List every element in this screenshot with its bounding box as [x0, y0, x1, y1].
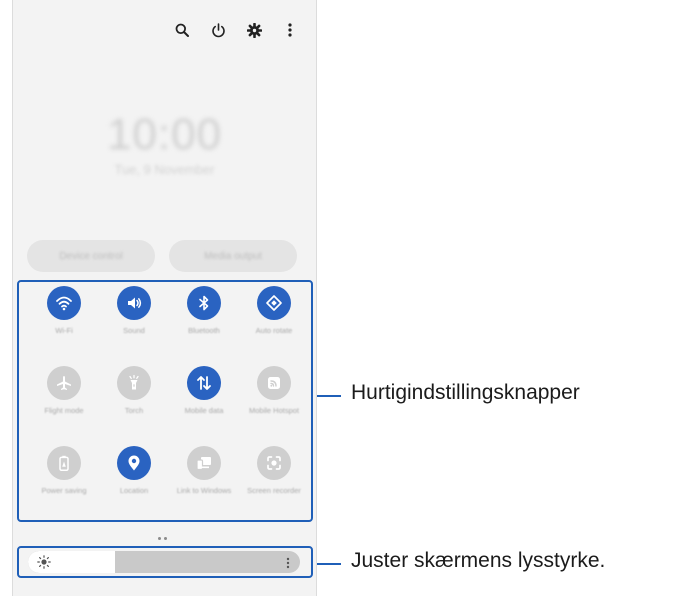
tile-label: Link to Windows	[176, 486, 232, 495]
tile-auto-rotate[interactable]: Auto rotate	[239, 286, 309, 366]
quick-settings-grid: Wi-Fi Sound Bluetooth Auto rotate Flight…	[29, 286, 309, 526]
tile-screen-recorder[interactable]: Screen recorder	[239, 446, 309, 526]
tile-location[interactable]: Location	[99, 446, 169, 526]
more-options-icon[interactable]	[282, 22, 298, 38]
device-control-label: Device control	[59, 250, 123, 262]
tile-label: Screen recorder	[247, 486, 301, 495]
hotspot-icon	[257, 366, 291, 400]
torch-icon	[117, 366, 151, 400]
tile-label: Mobile Hotspot	[248, 406, 300, 415]
brightness-callout-line	[317, 563, 341, 565]
page-indicator	[158, 537, 167, 540]
tile-label: Torch	[124, 406, 144, 415]
tile-mobile-data[interactable]: Mobile data	[169, 366, 239, 446]
device-control-button[interactable]: Device control	[27, 240, 155, 272]
tile-label: Power saving	[41, 486, 87, 495]
tile-hotspot[interactable]: Mobile Hotspot	[239, 366, 309, 446]
media-output-button[interactable]: Media output	[169, 240, 297, 272]
power-icon[interactable]	[210, 22, 226, 38]
tile-link-to-windows[interactable]: Link to Windows	[169, 446, 239, 526]
sound-icon	[117, 286, 151, 320]
tile-torch[interactable]: Torch	[99, 366, 169, 446]
tile-label: Flight mode	[44, 406, 84, 415]
tile-bluetooth[interactable]: Bluetooth	[169, 286, 239, 366]
quick-settings-callout-line	[317, 395, 341, 397]
mobile-data-icon	[187, 366, 221, 400]
brightness-slider[interactable]	[28, 551, 300, 573]
quick-settings-callout: Hurtigindstillingsknapper	[351, 381, 580, 404]
tile-label: Auto rotate	[255, 326, 293, 335]
tile-power-saving[interactable]: Power saving	[29, 446, 99, 526]
auto-rotate-icon	[257, 286, 291, 320]
settings-icon[interactable]	[246, 22, 262, 38]
clock-time: 10:00	[106, 110, 223, 159]
link-to-windows-icon	[187, 446, 221, 480]
brightness-more-icon[interactable]	[286, 556, 290, 569]
media-output-label: Media output	[204, 250, 262, 262]
tile-wifi[interactable]: Wi-Fi	[29, 286, 99, 366]
tile-flight-mode[interactable]: Flight mode	[29, 366, 99, 446]
sun-icon	[37, 555, 51, 569]
bluetooth-icon	[187, 286, 221, 320]
tile-label: Wi-Fi	[55, 326, 73, 335]
search-icon[interactable]	[174, 22, 190, 38]
notification-panel: 10:00 Tue, 9 November Device control Med…	[12, 0, 317, 596]
page-dot	[164, 537, 167, 540]
tile-label: Location	[119, 486, 149, 495]
tile-label: Bluetooth	[188, 326, 220, 335]
clock-date: Tue, 9 November	[114, 162, 215, 177]
tile-label: Sound	[123, 326, 145, 335]
brightness-callout: Juster skærmens lysstyrke.	[351, 549, 606, 572]
screen-recorder-icon	[257, 446, 291, 480]
tile-sound[interactable]: Sound	[99, 286, 169, 366]
tile-label: Mobile data	[184, 406, 224, 415]
power-saving-icon	[47, 446, 81, 480]
page-dot	[158, 537, 161, 540]
top-toolbar	[174, 22, 298, 38]
flight-mode-icon	[47, 366, 81, 400]
wifi-icon	[47, 286, 81, 320]
location-icon	[117, 446, 151, 480]
